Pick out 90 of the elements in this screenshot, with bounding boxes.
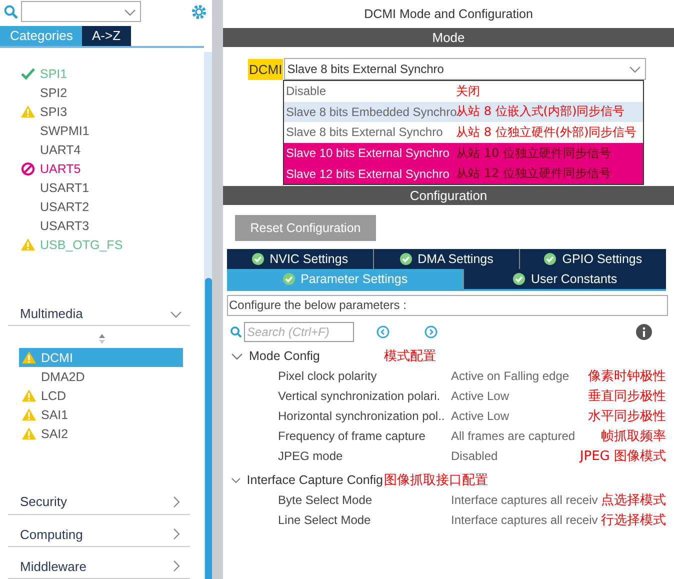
prohibited-icon [20, 162, 36, 176]
category-label: Middleware [20, 558, 86, 574]
settings-icon [190, 2, 208, 20]
panel-title: DCMI Mode and Configuration [363, 6, 534, 23]
peripheral-item[interactable]: SAI1 [19, 405, 183, 424]
parameter-value[interactable]: Disabled [451, 449, 498, 463]
warning-icon [21, 408, 37, 422]
search-icon [230, 326, 242, 338]
previous-icon [376, 325, 390, 339]
check-circle-icon [400, 253, 412, 265]
category-label: Computing [20, 526, 83, 542]
peripheral-item[interactable]: USART3 [20, 216, 204, 235]
section-header: Configuration [223, 186, 674, 205]
dropdown-option[interactable]: Disable [284, 84, 456, 98]
peripheral-item[interactable]: UART4 [20, 140, 204, 159]
parameter-name[interactable]: Pixel clock polarity [278, 369, 451, 383]
splitter-bar[interactable] [212, 0, 222, 579]
annotation-text: 帧抓取频率 [601, 428, 666, 445]
mode-select[interactable]: Slave 8 bits External Synchro [284, 58, 646, 80]
annotation-text: 行选择模式 [601, 512, 666, 529]
dropdown-option[interactable]: Slave 8 bits External Synchro [284, 125, 456, 140]
search-icon [4, 4, 18, 18]
search-combo-field[interactable] [21, 1, 141, 22]
scrollbar-thumb[interactable] [205, 278, 212, 579]
peripheral-item[interactable]: UART5 [20, 159, 204, 178]
annotation-text: 垂直同步极性 [588, 388, 666, 405]
parameter-value[interactable]: Interface captures all receiv [451, 493, 598, 507]
annotation-text: 图像抓取接口配置 [384, 472, 488, 489]
peripheral-item[interactable]: USART1 [20, 178, 204, 197]
section-header: Mode [223, 28, 674, 47]
group-header[interactable]: Mode Config [231, 349, 383, 363]
peripheral-item[interactable]: DMA2D [19, 367, 183, 386]
mode-label: DCMI [248, 58, 284, 80]
annotation-text: 关闭 [456, 82, 481, 100]
warning-icon [20, 105, 36, 118]
dropdown-option[interactable]: Slave 8 bits Embedded Synchro [284, 104, 456, 119]
annotation-text: 从站 12 位独立硬件同步信号 [456, 165, 612, 182]
category-header[interactable]: Middleware [8, 554, 190, 579]
parameter-value[interactable]: Active Low [451, 409, 510, 423]
annotation-text: JPEG 图像模式 [580, 448, 666, 465]
parameter-name[interactable]: Frequency of frame capture [278, 429, 451, 443]
annotation-text: 从站 8 位独立硬件(外部)同步信号 [456, 124, 638, 141]
annotation-text: 从站 10 位独立硬件同步信号 [456, 144, 612, 162]
next-icon [424, 325, 438, 339]
parameter-value[interactable]: Interface captures all receiv [451, 513, 598, 527]
check-circle-icon [252, 253, 264, 265]
category-label: Security [20, 494, 67, 510]
parameter-name[interactable]: Byte Select Mode [278, 493, 451, 507]
annotation-text: 点选择模式 [601, 492, 666, 509]
parameter-name[interactable]: Line Select Mode [278, 513, 451, 527]
category-header[interactable]: Multimedia [8, 302, 190, 326]
warning-icon [21, 351, 37, 364]
dropdown-option[interactable]: Slave 10 bits External Synchro [284, 146, 456, 160]
parameter-value[interactable]: Active on Falling edge [451, 369, 570, 383]
sidebar-tab[interactable]: A->Z [82, 26, 131, 46]
warning-icon [20, 238, 36, 251]
check-circle-icon [282, 273, 295, 285]
annotation-text: 从站 8 位嵌入式(内部)同步信号 [456, 103, 626, 120]
warning-icon [21, 427, 37, 440]
sort-icon [98, 334, 106, 344]
parameter-value[interactable]: All frames are captured [451, 429, 576, 443]
settings-tab[interactable]: GPIO Settings [519, 249, 666, 269]
annotation-text: 像素时钟极性 [588, 368, 666, 385]
parameter-name[interactable]: Horizontal synchronization pol.. [278, 409, 451, 423]
dropdown-option[interactable]: Slave 12 bits External Synchro [284, 166, 456, 181]
search-field[interactable]: Search (Ctrl+F) [244, 322, 354, 342]
warning-icon [21, 389, 37, 402]
info-icon [636, 324, 652, 340]
parameter-value[interactable]: Active Low [451, 389, 510, 403]
settings-tab[interactable]: User Constants [463, 269, 666, 289]
peripheral-item[interactable]: USART2 [20, 197, 204, 216]
settings-tab[interactable]: DMA Settings [372, 249, 520, 269]
peripheral-item[interactable]: SPI2 [20, 83, 204, 102]
peripheral-item[interactable]: SWPMI1 [20, 121, 204, 140]
category-header[interactable]: Security [8, 490, 190, 514]
peripheral-item[interactable]: SPI3 [20, 102, 204, 121]
category-header[interactable]: Computing [8, 522, 190, 547]
caption-text: Configure the below parameters : [227, 295, 668, 316]
check-circle-icon [544, 253, 556, 265]
parameter-name[interactable]: Vertical synchronization polari. [278, 389, 451, 403]
peripheral-item[interactable]: SAI2 [19, 424, 183, 444]
annotation-text: 模式配置 [384, 348, 436, 365]
category-label: Multimedia [20, 306, 83, 322]
peripheral-item[interactable]: LCD [19, 386, 183, 406]
parameter-name[interactable]: JPEG mode [278, 449, 451, 463]
annotation-text: 水平同步极性 [588, 408, 666, 425]
group-header[interactable]: Interface Capture Config [231, 473, 383, 487]
settings-tab[interactable]: NVIC Settings [227, 249, 373, 269]
check-icon [20, 68, 36, 80]
check-circle-icon [513, 273, 525, 285]
